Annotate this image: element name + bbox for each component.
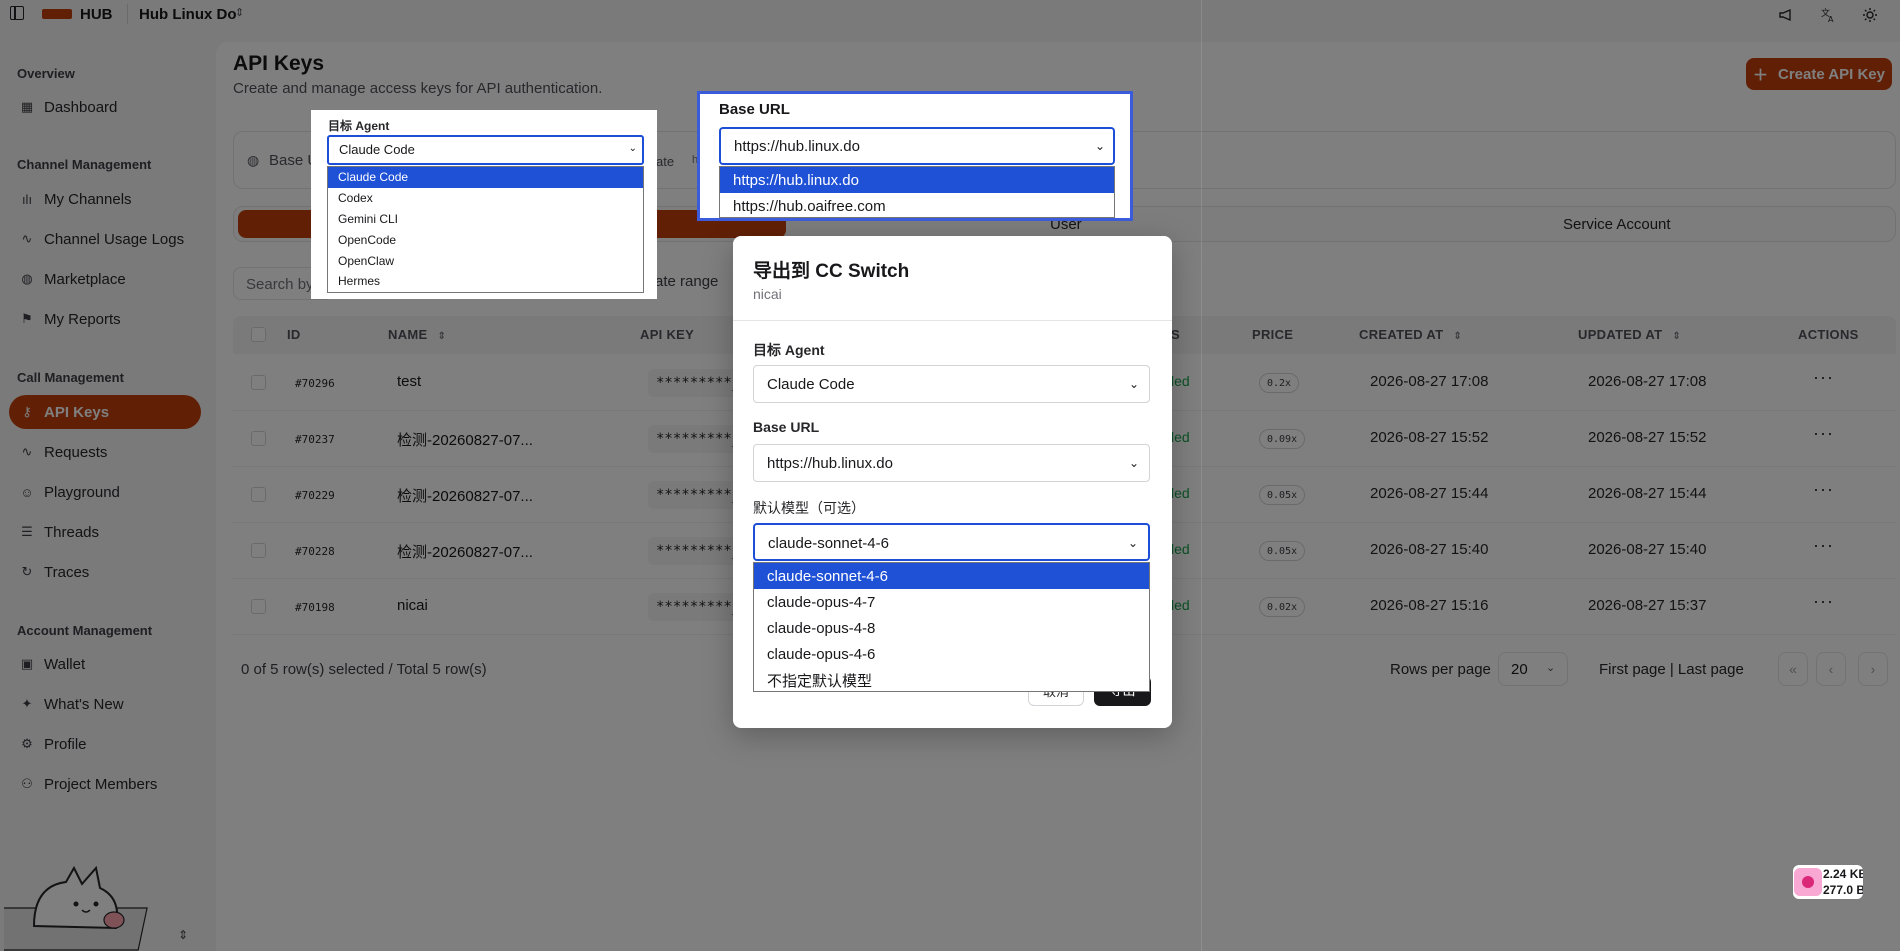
chevron-down-icon: ⌄	[628, 143, 637, 154]
dialog-subtitle: nicai	[753, 286, 782, 302]
network-speed-widget[interactable]: 2.24 KB 277.0 B	[1793, 865, 1863, 899]
agent-popup-select[interactable]: Claude Code ⌄	[327, 135, 644, 165]
window-divider	[1201, 0, 1202, 951]
agent-option[interactable]: Claude Code	[328, 167, 643, 188]
default-model-label: 默认模型（可选）	[753, 500, 865, 516]
chevron-down-icon: ⌄	[1128, 456, 1139, 470]
model-option[interactable]: claude-sonnet-4-6	[754, 563, 1149, 589]
default-model-select[interactable]: claude-sonnet-4-6 ⌄	[753, 523, 1150, 561]
agent-option[interactable]: OpenCode	[328, 229, 643, 250]
model-option[interactable]: claude-opus-4-7	[754, 589, 1149, 615]
model-option[interactable]: claude-opus-4-6	[754, 641, 1149, 667]
dialog-divider	[733, 320, 1172, 321]
agent-option[interactable]: Gemini CLI	[328, 209, 643, 230]
base-url-option[interactable]: https://hub.oaifree.com	[720, 193, 1114, 217]
base-url-select[interactable]: https://hub.linux.do ⌄	[753, 444, 1150, 482]
base-url-popup-select[interactable]: https://hub.linux.do ⌄	[719, 127, 1115, 165]
agent-option[interactable]: Codex	[328, 188, 643, 209]
base-url-label: Base URL	[753, 419, 820, 435]
default-model-dropdown: claude-sonnet-4-6 claude-opus-4-7 claude…	[753, 562, 1150, 692]
model-option[interactable]: 不指定默认模型	[754, 667, 1149, 691]
agent-select[interactable]: Claude Code ⌄	[753, 365, 1150, 403]
base-url-dropdown: https://hub.linux.do https://hub.oaifree…	[719, 166, 1115, 218]
agent-option[interactable]: Hermes	[328, 271, 643, 292]
base-url-popup-label: Base URL	[719, 101, 790, 118]
agent-dropdown: Claude Code Codex Gemini CLI OpenCode Op…	[327, 166, 644, 293]
upload-speed: 2.24 KB	[1823, 867, 1863, 881]
model-option[interactable]: claude-opus-4-8	[754, 615, 1149, 641]
widget-avatar-icon	[1794, 868, 1822, 896]
agent-label: 目标 Agent	[753, 342, 825, 358]
dialog-title: 导出到 CC Switch	[753, 261, 910, 282]
agent-popup-label: 目标 Agent	[328, 119, 390, 133]
chevron-down-icon: ⌄	[1127, 536, 1138, 550]
agent-option[interactable]: OpenClaw	[328, 250, 643, 271]
chevron-down-icon: ⌄	[1094, 139, 1105, 153]
chevron-down-icon: ⌄	[1128, 377, 1139, 391]
export-cc-switch-dialog: 导出到 CC Switch nicai 目标 Agent Claude Code…	[733, 236, 1172, 728]
agent-select-popup: 目标 Agent Claude Code ⌄ Claude Code Codex …	[311, 110, 657, 299]
base-url-select-popup: Base URL https://hub.linux.do ⌄ https://h…	[697, 91, 1133, 221]
base-url-option[interactable]: https://hub.linux.do	[720, 167, 1114, 193]
download-speed: 277.0 B	[1823, 883, 1863, 897]
